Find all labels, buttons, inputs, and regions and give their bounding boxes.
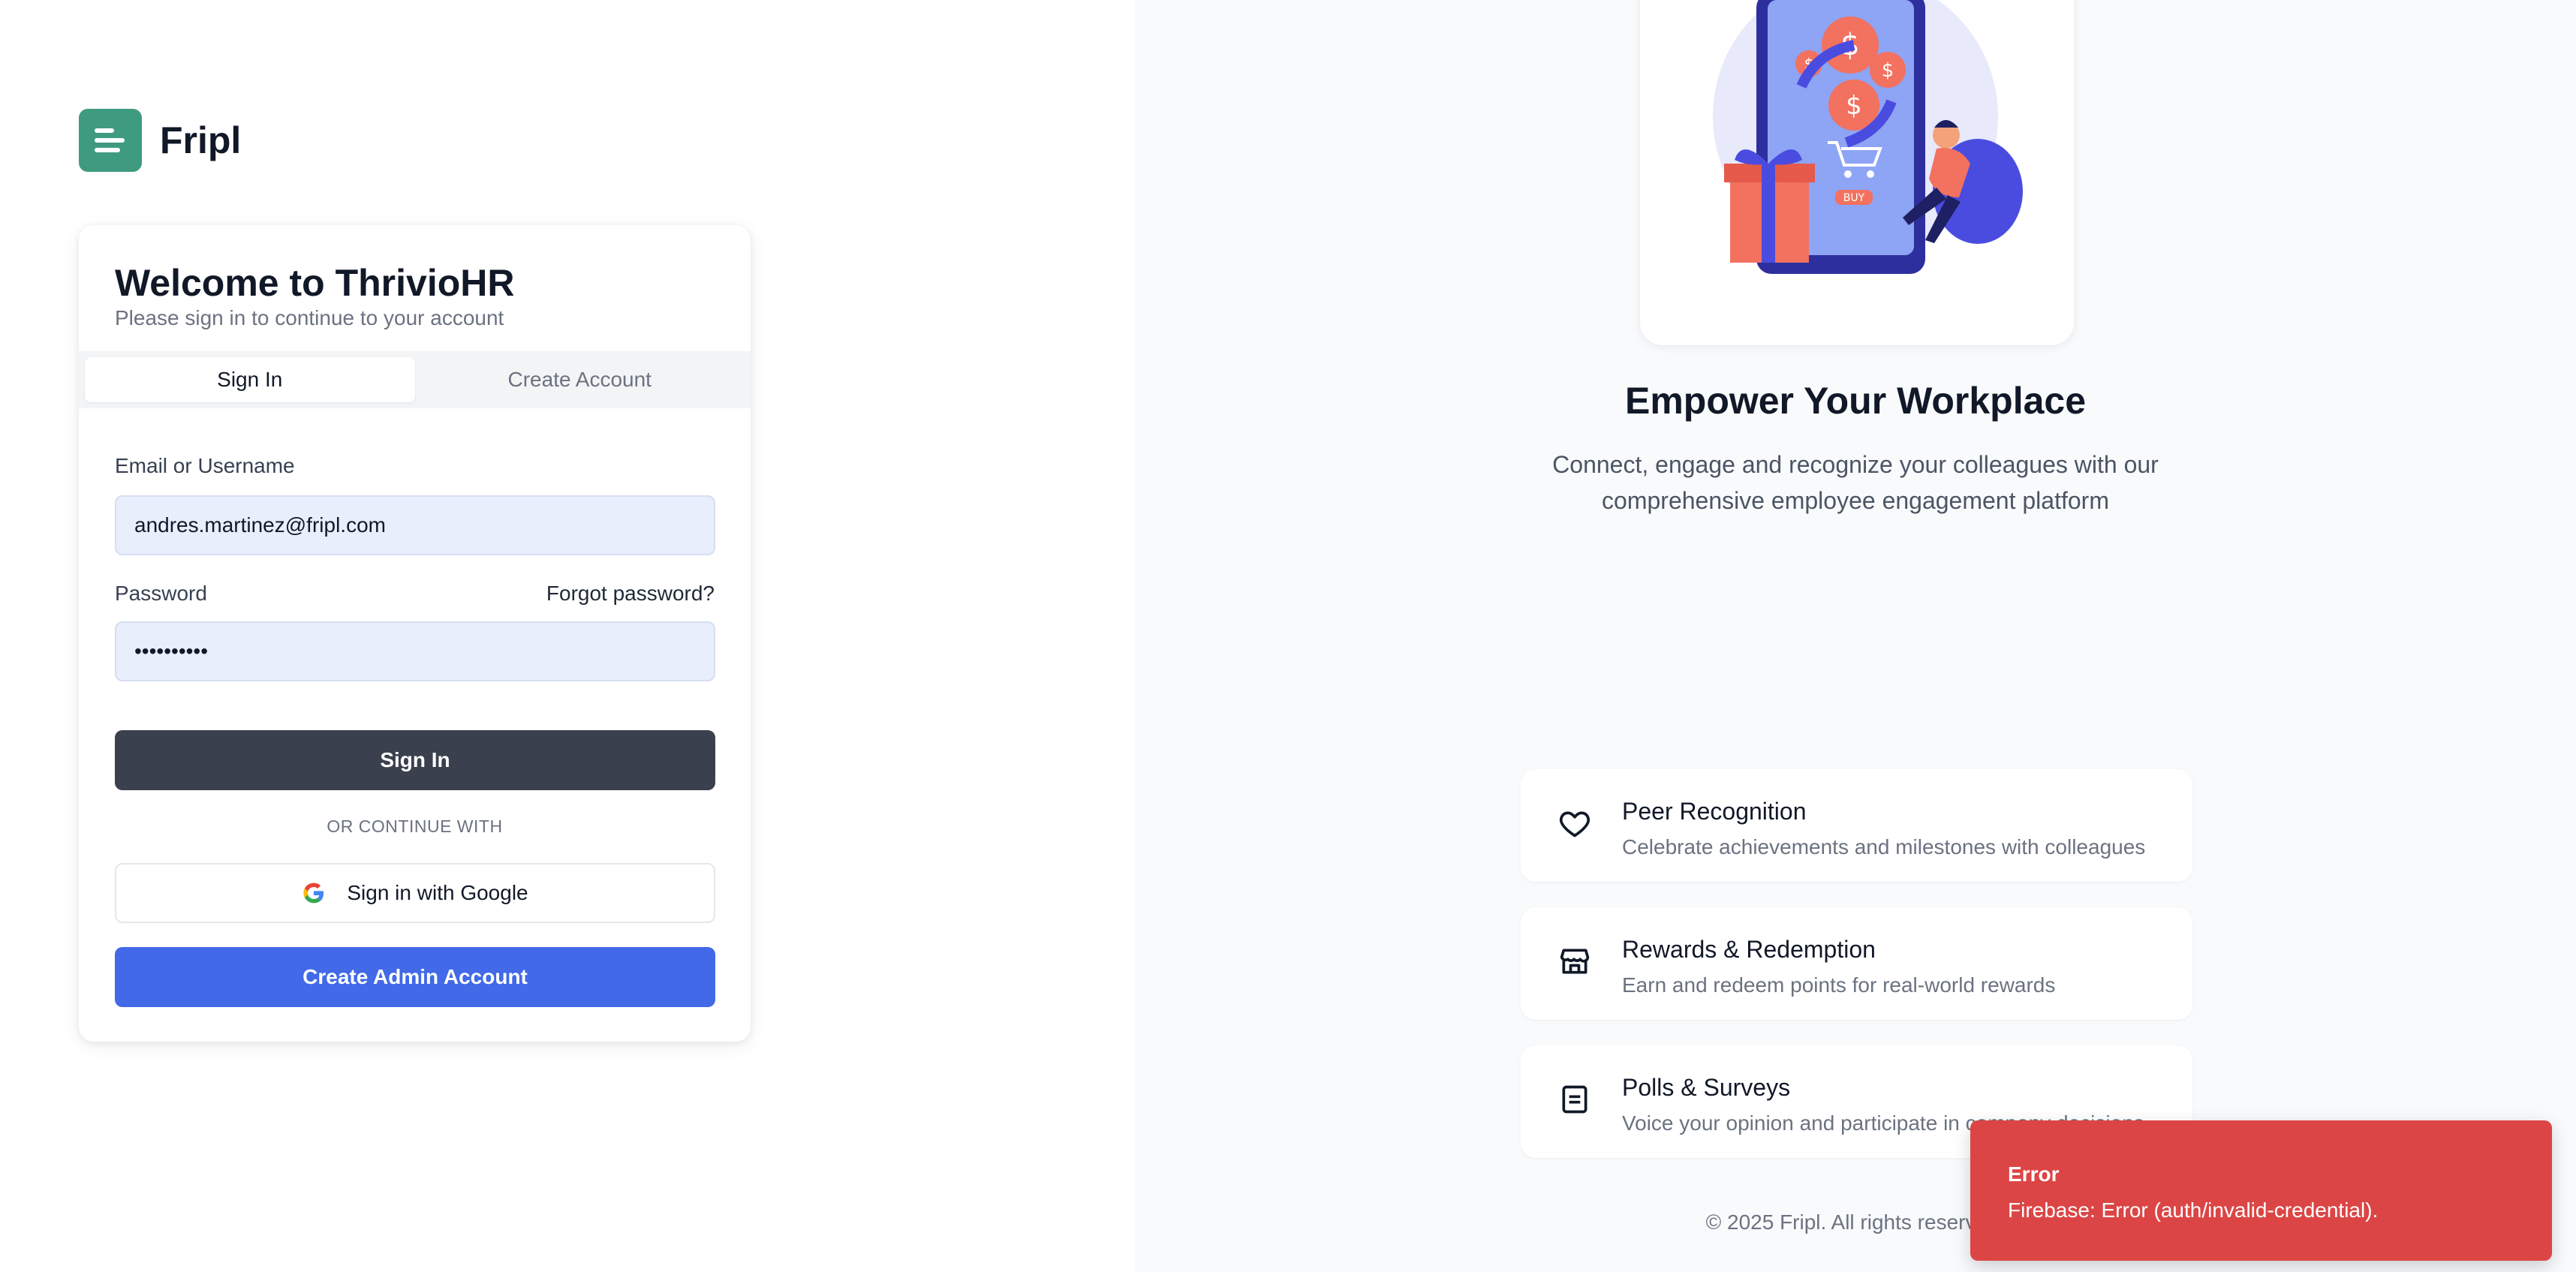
feature-title: Polls & Surveys: [1622, 1074, 1791, 1101]
google-button-label: Sign in with Google: [347, 881, 528, 904]
left-panel: Fripl Welcome to ThrivioHR Please sign i…: [0, 0, 1135, 1272]
brand: Fripl: [79, 109, 241, 172]
divider-text: OR CONTINUE WITH: [327, 816, 503, 836]
tab-create-account[interactable]: Create Account: [415, 357, 745, 402]
create-admin-account-button[interactable]: Create Admin Account: [115, 947, 715, 1007]
menu-lines-icon: [79, 109, 142, 172]
login-card: Welcome to ThrivioHR Please sign in to c…: [79, 225, 751, 1042]
feature-title: Peer Recognition: [1622, 798, 1807, 825]
buy-badge: BUY: [1843, 192, 1865, 204]
google-sign-in-button[interactable]: Sign in with Google: [115, 863, 715, 923]
tab-sign-in[interactable]: Sign In: [85, 357, 415, 402]
hero-subtitle: Connect, engage and recognize your colle…: [1552, 451, 2159, 514]
feature-description: Celebrate achievements and milestones wi…: [1622, 835, 2146, 859]
password-label: Password: [115, 582, 207, 605]
password-field[interactable]: [115, 621, 715, 681]
auth-tabs: Sign In Create Account: [79, 351, 751, 408]
illustration-card: $ $ $ $ BUY: [1640, 0, 2074, 345]
feature-title: Rewards & Redemption: [1622, 936, 1876, 963]
survey-icon: [1562, 1085, 1587, 1114]
google-icon: [302, 881, 326, 905]
shopping-rewards-illustration: $ $ $ $ BUY: [1713, 0, 2023, 274]
hero-title: Empower Your Workplace: [1624, 380, 2087, 422]
feature-card-rewards: Rewards & Redemption Earn and redeem poi…: [1521, 907, 2192, 1020]
right-panel: $ $ $ $ BUY Empower Your Workplace Conne…: [1135, 0, 2576, 1272]
toast-message: Firebase: Error (auth/invalid-credential…: [2008, 1198, 2379, 1222]
feature-card-peer-recognition: Peer Recognition Celebrate achievements …: [1521, 769, 2192, 882]
login-subtitle: Please sign in to continue to your accou…: [115, 306, 504, 329]
brand-name: Fripl: [160, 119, 242, 161]
store-icon: [1560, 949, 1590, 974]
login-page: Fripl Welcome to ThrivioHR Please sign i…: [0, 0, 2576, 1272]
email-field[interactable]: [115, 495, 715, 555]
forgot-password-link[interactable]: Forgot password?: [546, 582, 715, 606]
svg-text:$: $: [1846, 91, 1862, 121]
svg-text:$: $: [1882, 59, 1894, 82]
heart-icon: [1560, 811, 1590, 837]
email-label: Email or Username: [115, 454, 295, 477]
feature-description: Earn and redeem points for real-world re…: [1622, 973, 2056, 997]
login-title: Welcome to ThrivioHR: [115, 262, 515, 304]
error-toast[interactable]: Error Firebase: Error (auth/invalid-cred…: [1970, 1120, 2552, 1261]
sign-in-button[interactable]: Sign In: [115, 730, 715, 790]
toast-title: Error: [2008, 1162, 2060, 1186]
